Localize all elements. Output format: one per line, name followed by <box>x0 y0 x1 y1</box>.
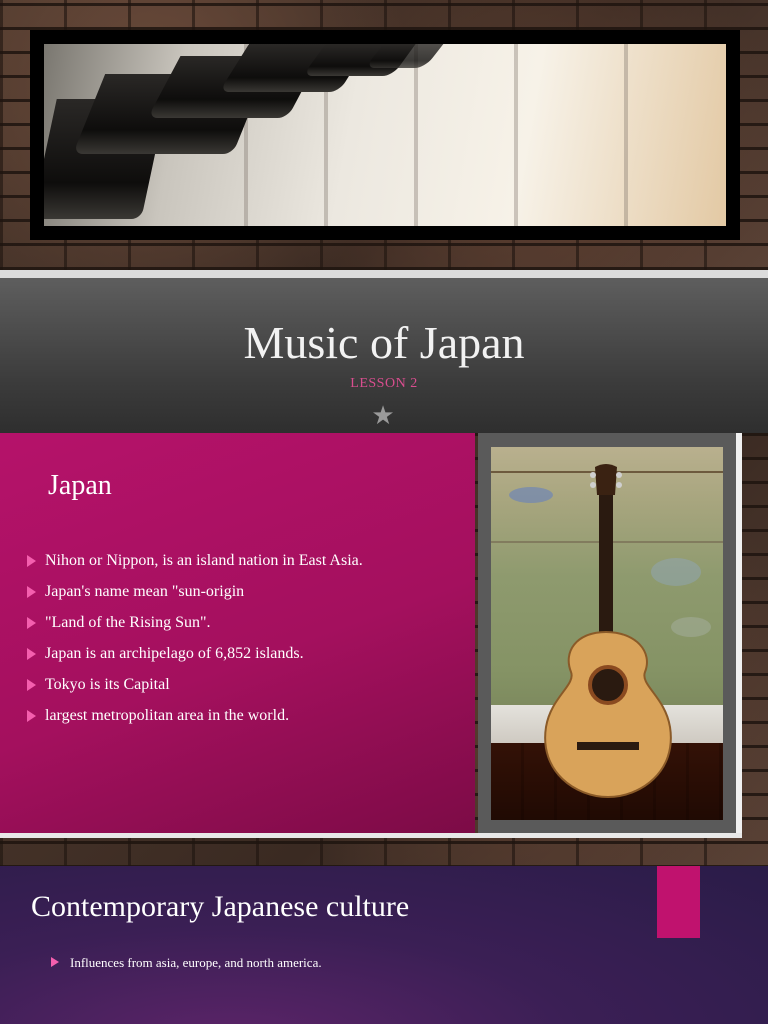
section-heading: Contemporary Japanese culture <box>31 890 410 923</box>
star-icon: ★ <box>371 401 395 430</box>
piano-keys-photo <box>44 44 726 226</box>
frame-edge <box>736 433 742 838</box>
bullet-icon <box>51 957 59 967</box>
accent-block <box>657 866 700 938</box>
list-item: Tokyo is its Capital <box>25 676 363 707</box>
bullet-icon <box>27 555 36 567</box>
list-item: Japan is an archipelago of 6,852 islands… <box>25 645 363 676</box>
list-item: "Land of the Rising Sun". <box>25 614 363 645</box>
bullet-icon <box>27 648 36 660</box>
bullet-icon <box>27 586 36 598</box>
list-item: Influences from asia, europe, and north … <box>51 955 322 971</box>
list-item: Japan's name mean "sun-origin <box>25 583 363 614</box>
slide-subtitle: LESSON 2 <box>350 376 418 391</box>
slide-title: Music of Japan <box>243 317 525 368</box>
section-heading: Japan <box>48 470 112 501</box>
title-band: Music of Japan LESSON 2 ★ <box>0 270 768 435</box>
acoustic-guitar-photo <box>491 447 723 820</box>
frame-bottom-edge <box>0 833 742 838</box>
list-item: largest metropolitan area in the world. <box>25 707 363 738</box>
bullet-icon <box>27 710 36 722</box>
piano-image-frame <box>30 30 740 240</box>
list-item: Nihon or Nippon, is an island nation in … <box>25 552 363 583</box>
bullet-icon <box>27 679 36 691</box>
bullet-list: Nihon or Nippon, is an island nation in … <box>25 552 363 738</box>
bullet-icon <box>27 617 36 629</box>
